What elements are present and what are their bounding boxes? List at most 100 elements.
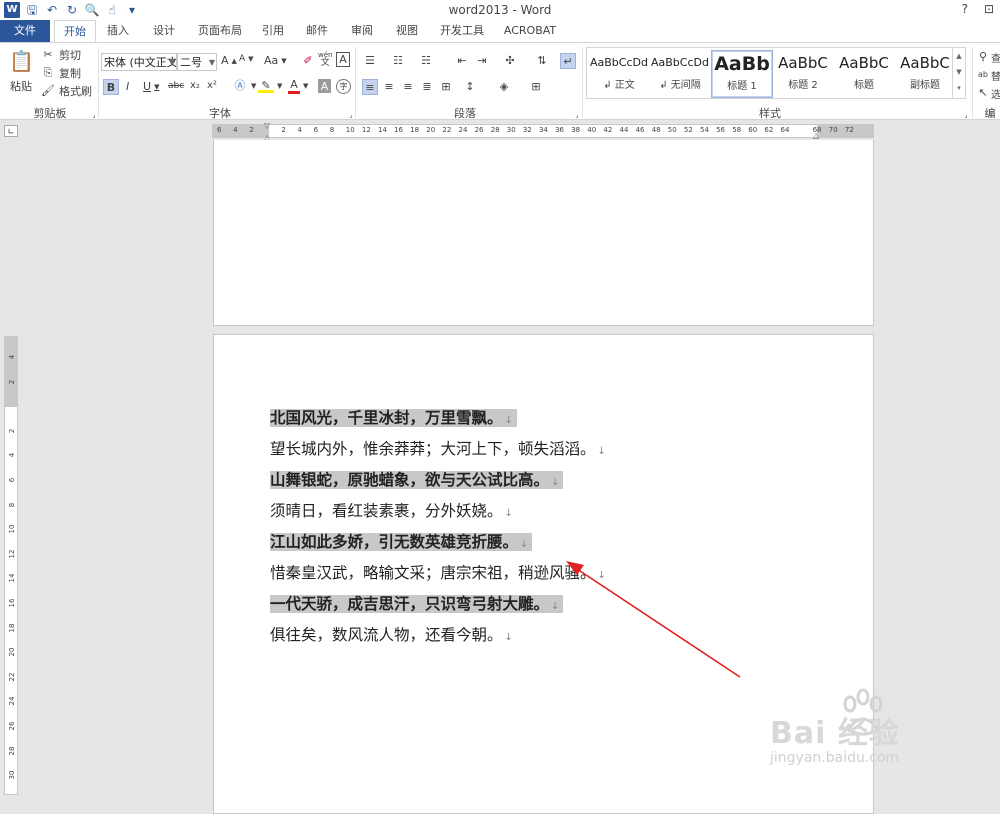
style-item-subtitle[interactable]: AaBbC 副标题 bbox=[895, 50, 955, 96]
font-name-combo[interactable]: 宋体 (中文正文 ▼ bbox=[101, 53, 177, 71]
tab-home[interactable]: 开始 bbox=[54, 20, 96, 43]
tab-mailings[interactable]: 邮件 bbox=[300, 20, 334, 42]
document-line[interactable]: 须晴日，看红装素裹，分外妖娆。 ↓ bbox=[270, 500, 513, 522]
font-size-value: 二号 bbox=[180, 56, 202, 69]
bold-label: B bbox=[106, 80, 116, 94]
align-center-icon[interactable]: ≡ bbox=[381, 79, 397, 95]
tab-references[interactable]: 引用 bbox=[256, 20, 290, 42]
copy-button[interactable]: ⎘ 复制 bbox=[40, 65, 81, 81]
document-line[interactable]: 江山如此多娇，引无数英雄竞折腰。 ↓ bbox=[270, 531, 533, 553]
right-indent-icon[interactable]: △ bbox=[813, 131, 819, 140]
paste-button[interactable]: 📋 粘贴 bbox=[6, 47, 36, 94]
char-border-button[interactable]: A bbox=[336, 52, 350, 67]
page-previous[interactable] bbox=[213, 140, 874, 326]
ruler-tick-label: 52 bbox=[683, 126, 693, 134]
bold-button[interactable]: B bbox=[103, 79, 119, 95]
tab-design[interactable]: 设计 bbox=[146, 20, 182, 42]
format-painter-button[interactable]: 🖌 格式刷 bbox=[40, 83, 92, 99]
style-item-no-spacing[interactable]: AaBbCcDd ↲ 无间隔 bbox=[650, 50, 710, 96]
document-line[interactable]: 山舞银蛇，原驰蜡象，欲与天公试比高。 ↓ bbox=[270, 469, 564, 491]
ruler-tick-label: 14 bbox=[8, 573, 16, 583]
paragraph-mark-icon: ↓ bbox=[520, 539, 529, 550]
ruler-tick-label: 12 bbox=[8, 549, 16, 559]
horizontal-ruler[interactable]: 6 4 2 2 4 6 8 10 12 14 16 18 20 22 24 26 28 30 32 34 36 38 40 4… bbox=[212, 121, 874, 142]
document-line[interactable]: 俱往矣，数风流人物，还看今朝。 ↓ bbox=[270, 624, 513, 646]
style-item-heading-2[interactable]: AaBbC 标题 2 bbox=[773, 50, 833, 96]
tab-acrobat[interactable]: ACROBAT bbox=[500, 20, 560, 42]
grow-font-button[interactable]: A ▲ bbox=[221, 54, 237, 67]
first-line-indent-icon[interactable]: ▽ bbox=[264, 121, 270, 130]
asian-layout-icon[interactable]: ✣ bbox=[502, 53, 518, 69]
ruler-tick-label: 46 bbox=[635, 126, 645, 134]
find-button[interactable]: ⚲ 查 bbox=[978, 49, 1000, 65]
gallery-scroll[interactable]: ▲ ▼ ▾ bbox=[952, 48, 965, 98]
style-sample: AaBbC bbox=[900, 54, 950, 72]
char-shading-button[interactable]: A bbox=[318, 79, 331, 93]
replace-button[interactable]: ab 替 bbox=[978, 67, 1000, 83]
separator bbox=[98, 47, 99, 117]
select-button[interactable]: ↖ 选 bbox=[978, 85, 1000, 101]
ruler-tick-label: 54 bbox=[700, 126, 709, 134]
text-effects-button[interactable]: Ⓐ ▼ bbox=[232, 78, 257, 94]
underline-label: U bbox=[143, 80, 152, 93]
numbering-icon[interactable]: ☷ bbox=[390, 53, 406, 69]
help-button[interactable]: ? bbox=[962, 2, 968, 16]
change-case-button[interactable]: Aa ▼ bbox=[264, 54, 287, 67]
ribbon-display-button[interactable]: ⊡ bbox=[984, 2, 994, 16]
vertical-ruler[interactable]: 4 2 2 4 6 8 10 12 14 16 18 20 22 24 26 28 30 bbox=[4, 336, 18, 795]
superscript-button[interactable]: x² bbox=[207, 80, 217, 91]
shading-icon[interactable]: ◈ bbox=[496, 79, 512, 95]
highlight-button[interactable]: ✎ ▼ bbox=[258, 78, 282, 93]
align-right-icon[interactable]: ≡ bbox=[400, 79, 416, 95]
clipboard-group-label: 剪贴板 bbox=[33, 107, 67, 120]
document-line[interactable]: 惜秦皇汉武，略输文采；唐宗宋祖，稍逊风骚。 ↓ bbox=[270, 562, 606, 584]
cut-button[interactable]: ✂ 剪切 bbox=[40, 47, 81, 63]
tab-page-layout[interactable]: 页面布局 bbox=[194, 20, 246, 42]
bullets-icon[interactable]: ☰ bbox=[362, 53, 378, 69]
font-color-label: A bbox=[288, 78, 300, 94]
style-item-normal[interactable]: AaBbCcDd ↲ 正文 bbox=[589, 50, 649, 96]
italic-button[interactable]: I bbox=[126, 80, 129, 93]
tab-selector-icon[interactable]: ∟ bbox=[4, 125, 18, 137]
line-spacing-icon[interactable]: ↕ bbox=[462, 79, 478, 95]
multilevel-list-icon[interactable]: ☵ bbox=[418, 53, 434, 69]
subscript-button[interactable]: x₂ bbox=[190, 80, 200, 91]
change-case-label: Aa bbox=[264, 54, 279, 67]
ruler-tick-label: 10 bbox=[345, 126, 355, 134]
style-name: ↲ 正文 bbox=[603, 80, 635, 91]
font-size-combo[interactable]: 二号 ▼ bbox=[177, 53, 217, 71]
document-line[interactable]: 望长城内外，惟余莽莽；大河上下，顿失滔滔。 ↓ bbox=[270, 438, 606, 460]
align-left-icon[interactable]: ≡ bbox=[362, 79, 378, 95]
borders-icon[interactable]: ⊞ bbox=[528, 79, 544, 95]
chevron-down-icon: ▼ bbox=[303, 82, 309, 90]
document-line[interactable]: 北国风光，千里冰封，万里雪飘。 ↓ bbox=[270, 407, 517, 429]
ruler-tick-label: 26 bbox=[474, 126, 484, 134]
font-color-button[interactable]: A ▼ bbox=[288, 78, 308, 94]
enclose-char-button[interactable]: 字 bbox=[336, 79, 351, 94]
clear-format-button[interactable]: ✐ bbox=[300, 53, 316, 69]
style-item-title[interactable]: AaBbC 标题 bbox=[834, 50, 894, 96]
tab-developer[interactable]: 开发工具 bbox=[436, 20, 488, 42]
sort-icon[interactable]: ⇅ bbox=[534, 53, 550, 69]
dialog-launcher-icon[interactable]: ⌟ bbox=[343, 107, 359, 123]
ruler-tick-label: 30 bbox=[8, 770, 16, 780]
ruler-tick-label: 12 bbox=[361, 126, 371, 134]
justify-icon[interactable]: ≣ bbox=[419, 79, 435, 95]
style-sample: AaBb bbox=[714, 53, 770, 75]
decrease-indent-icon[interactable]: ⇤ bbox=[454, 53, 470, 69]
document-line[interactable]: 一代天骄，成吉思汗，只识弯弓射大雕。 ↓ bbox=[270, 593, 564, 615]
shrink-font-button[interactable]: A ▼ bbox=[239, 54, 254, 64]
tab-view[interactable]: 视图 bbox=[390, 20, 424, 42]
phonetic-guide-button[interactable]: wén 文 bbox=[318, 51, 332, 68]
increase-indent-icon[interactable]: ⇥ bbox=[474, 53, 490, 69]
strikethrough-button[interactable]: abc bbox=[168, 81, 184, 91]
dialog-launcher-icon[interactable]: ⌟ bbox=[86, 107, 102, 123]
ruler-tick-label: 4 bbox=[8, 453, 16, 458]
distribute-icon[interactable]: ⊞ bbox=[438, 79, 454, 95]
show-marks-icon[interactable]: ↵ bbox=[560, 53, 576, 69]
style-item-heading-1[interactable]: AaBb 标题 1 bbox=[711, 50, 773, 98]
tab-file[interactable]: 文件 bbox=[0, 20, 50, 42]
tab-insert[interactable]: 插入 bbox=[100, 20, 136, 42]
underline-button[interactable]: U ▼ bbox=[143, 80, 159, 93]
tab-review[interactable]: 审阅 bbox=[345, 20, 379, 42]
